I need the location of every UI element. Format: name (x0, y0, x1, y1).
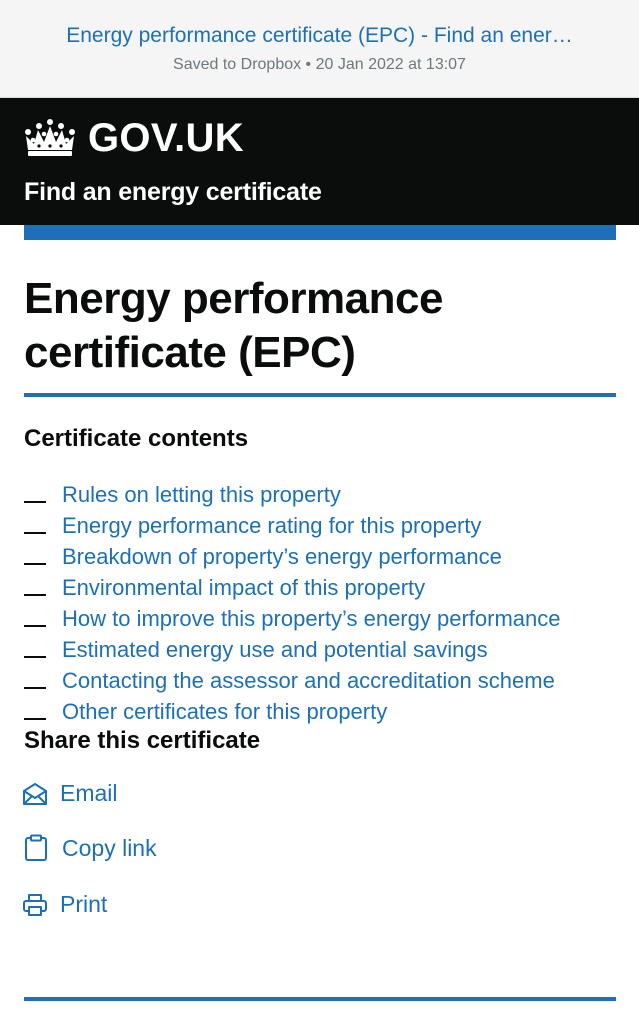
contents-item: Other certificates for this property (24, 696, 560, 727)
dash-icon (24, 562, 46, 565)
page-heading: Energy performance certificate (EPC) (24, 274, 443, 377)
dash-icon (24, 624, 46, 627)
dash-icon (24, 500, 46, 503)
browser-top-bar: Energy performance certificate (EPC) - F… (0, 0, 639, 98)
printer-icon (23, 893, 47, 916)
envelope-icon (23, 782, 47, 805)
contents-item: Rules on letting this property (24, 479, 560, 510)
contents-item: Energy performance rating for this prope… (24, 510, 560, 541)
logo-text: GOV.UK (88, 115, 244, 160)
contents-link-breakdown[interactable]: Breakdown of property’s energy performan… (62, 544, 502, 570)
share-print-label: Print (60, 891, 108, 917)
share-heading: Share this certificate (24, 727, 261, 754)
clipboard-icon (25, 834, 47, 861)
govuk-header: GOV.UK Find an energy certificate (0, 98, 639, 225)
contents-link-energy-use[interactable]: Estimated energy use and potential savin… (62, 637, 488, 663)
contents-item: How to improve this property’s energy pe… (24, 603, 560, 634)
contents-link-environmental-impact[interactable]: Environmental impact of this property (62, 575, 425, 601)
dash-icon (24, 717, 46, 720)
share-copy-label: Copy link (62, 834, 157, 861)
saved-info: Saved to Dropbox • 20 Jan 2022 at 13:07 (173, 56, 466, 73)
section-divider (24, 393, 616, 397)
share-print-link[interactable]: Print (22, 891, 107, 918)
dash-icon (24, 531, 46, 534)
dash-icon (24, 593, 46, 596)
contents-item: Contacting the assessor and accreditatio… (24, 665, 560, 696)
contents-link-other-certificates[interactable]: Other certificates for this property (62, 699, 387, 725)
header-accent-bar (24, 225, 616, 240)
footer-divider (24, 997, 616, 1001)
crown-icon (25, 119, 75, 156)
share-email-label: Email (60, 780, 118, 806)
contents-list: Rules on letting this property Energy pe… (24, 479, 560, 727)
contents-item: Breakdown of property’s energy performan… (24, 541, 560, 572)
share-copy-link[interactable]: Copy link (22, 834, 157, 862)
dash-icon (24, 686, 46, 689)
contents-item: Environmental impact of this property (24, 572, 560, 603)
contents-link-improvements[interactable]: How to improve this property’s energy pe… (62, 606, 560, 632)
service-name[interactable]: Find an energy certificate (24, 178, 322, 207)
page-title-link[interactable]: Energy performance certificate (EPC) - F… (30, 24, 609, 48)
contents-link-rating[interactable]: Energy performance rating for this prope… (62, 513, 481, 539)
govuk-logo[interactable]: GOV.UK (22, 116, 244, 160)
contents-link-letting-rules[interactable]: Rules on letting this property (62, 482, 341, 508)
dash-icon (24, 655, 46, 658)
contents-item: Estimated energy use and potential savin… (24, 634, 560, 665)
contents-heading: Certificate contents (24, 425, 249, 452)
share-email-link[interactable]: Email (22, 780, 118, 807)
contents-link-assessor[interactable]: Contacting the assessor and accreditatio… (62, 668, 555, 694)
